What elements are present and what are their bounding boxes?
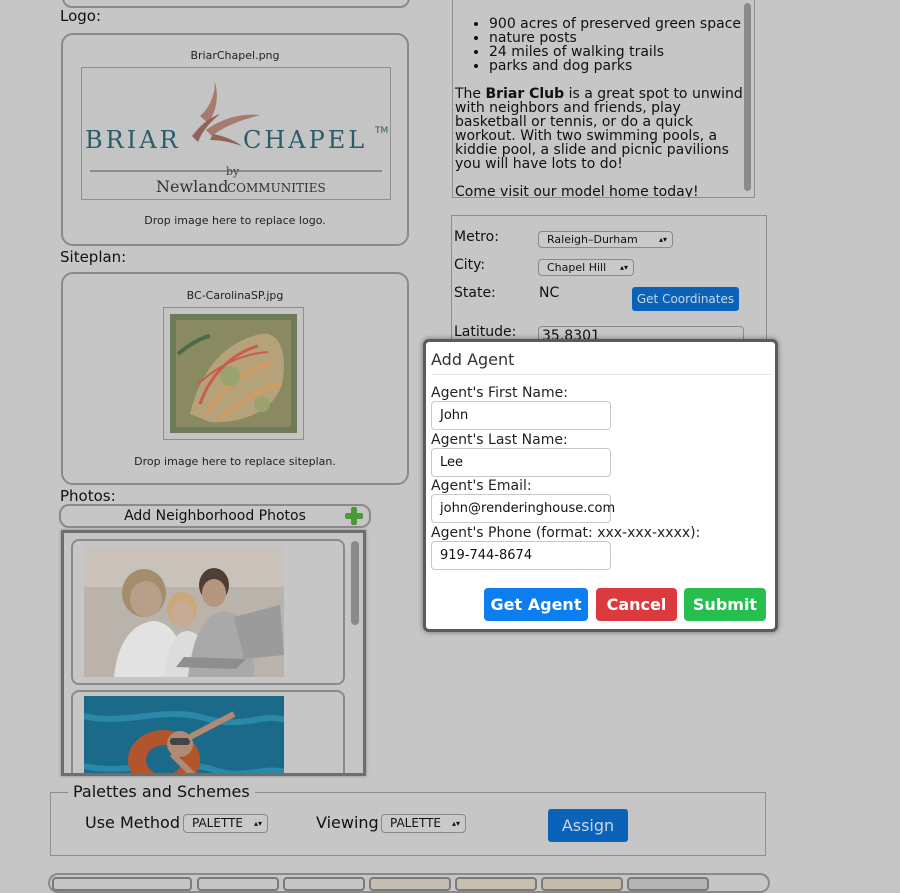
first-name-input[interactable]: John bbox=[431, 401, 611, 430]
get-agent-button[interactable]: Get Agent bbox=[484, 588, 588, 621]
use-method-label: Use Method bbox=[85, 813, 180, 832]
description-paragraph-cta: Come visit our model home today! bbox=[455, 184, 699, 198]
description-paragraph: The Briar Club is a great spot to unwind… bbox=[455, 86, 743, 172]
swatch-tab[interactable] bbox=[627, 877, 709, 891]
state-value: NC bbox=[539, 285, 560, 301]
chevron-updown-icon: ▴▾ bbox=[619, 263, 628, 272]
chevron-updown-icon: ▴▾ bbox=[451, 819, 460, 828]
metro-select[interactable]: Raleigh–Durham ▴▾ bbox=[538, 231, 673, 248]
amenity-item: parks and dog parks bbox=[489, 59, 754, 73]
siteplan-section-label: Siteplan: bbox=[60, 248, 127, 266]
photos-scrollbar[interactable] bbox=[351, 541, 359, 625]
pool-photo bbox=[84, 696, 284, 773]
palettes-legend: Palettes and Schemes bbox=[68, 782, 255, 801]
briar-chapel-logo: BRIAR CHAPEL TM by Newland COMMUNITIES bbox=[85, 80, 388, 196]
add-photos-button[interactable]: Add Neighborhood Photos bbox=[59, 504, 371, 528]
amenities-list: 900 acres of preserved green space natur… bbox=[453, 17, 754, 73]
logo-drop-hint: Drop image here to replace logo. bbox=[144, 214, 326, 227]
amenity-item: 900 acres of preserved green space bbox=[489, 17, 754, 31]
viewing-select[interactable]: PALETTE ▴▾ bbox=[381, 814, 466, 833]
description-box[interactable]: 900 acres of preserved green space natur… bbox=[452, 0, 755, 198]
description-scrollbar[interactable] bbox=[744, 3, 751, 191]
add-photos-label: Add Neighborhood Photos bbox=[124, 508, 306, 524]
city-label: City: bbox=[454, 257, 486, 273]
modal-divider bbox=[431, 374, 771, 375]
logo-filename: BriarChapel.png bbox=[190, 49, 280, 62]
siteplan-drop-hint: Drop image here to replace siteplan. bbox=[134, 455, 336, 468]
cancel-button[interactable]: Cancel bbox=[596, 588, 677, 621]
swatch-tab[interactable] bbox=[52, 877, 192, 891]
use-method-select[interactable]: PALETTE ▴▾ bbox=[183, 814, 268, 833]
logo-word-right: CHAPEL bbox=[243, 126, 367, 154]
city-select[interactable]: Chapel Hill ▴▾ bbox=[538, 259, 634, 276]
metro-label: Metro: bbox=[454, 229, 499, 245]
siteplan-filename: BC-CarolinaSP.jpg bbox=[186, 289, 284, 302]
modal-title: Add Agent bbox=[431, 350, 515, 369]
swatch-tab[interactable] bbox=[541, 877, 623, 891]
latitude-label: Latitude: bbox=[454, 324, 517, 340]
state-label: State: bbox=[454, 285, 496, 301]
submit-button[interactable]: Submit bbox=[684, 588, 766, 621]
logo-tm: TM bbox=[374, 126, 388, 136]
swatch-tab[interactable] bbox=[197, 877, 279, 891]
viewing-label: Viewing bbox=[316, 813, 379, 832]
logo-brand: Newland bbox=[156, 177, 228, 196]
email-input[interactable]: john@renderinghouse.com bbox=[431, 494, 615, 523]
siteplan-map bbox=[170, 314, 297, 433]
phone-input[interactable]: 919-744-8674 bbox=[431, 541, 611, 570]
first-name-label: Agent's First Name: bbox=[431, 385, 568, 401]
add-agent-modal: Add Agent Agent's First Name: John Agent… bbox=[423, 339, 778, 632]
assign-button[interactable]: Assign bbox=[548, 809, 628, 842]
top-panel-edge bbox=[62, 0, 410, 8]
chevron-updown-icon: ▴▾ bbox=[253, 819, 262, 828]
amenity-item: nature posts bbox=[489, 31, 754, 45]
logo-word-left: BRIAR bbox=[85, 126, 181, 154]
email-label: Agent's Email: bbox=[431, 478, 532, 494]
photos-section-label: Photos: bbox=[60, 487, 116, 505]
swatch-tab[interactable] bbox=[283, 877, 365, 891]
last-name-label: Agent's Last Name: bbox=[431, 432, 568, 448]
logo-image: BRIAR CHAPEL TM by Newland COMMUNITIES bbox=[81, 67, 391, 200]
get-coordinates-button[interactable]: Get Coordinates bbox=[632, 287, 739, 311]
swatch-tab[interactable] bbox=[369, 877, 451, 891]
photo-card[interactable] bbox=[71, 539, 345, 685]
swatch-tab[interactable] bbox=[455, 877, 537, 891]
amenity-item: 24 miles of walking trails bbox=[489, 45, 754, 59]
siteplan-image bbox=[163, 307, 304, 440]
last-name-input[interactable]: Lee bbox=[431, 448, 611, 477]
plus-icon[interactable] bbox=[345, 507, 363, 525]
logo-brand-small: COMMUNITIES bbox=[227, 181, 326, 195]
photo-card[interactable] bbox=[71, 690, 345, 773]
photos-list[interactable] bbox=[61, 530, 366, 776]
logo-section-label: Logo: bbox=[60, 7, 102, 25]
chevron-updown-icon: ▴▾ bbox=[658, 235, 667, 244]
family-photo bbox=[84, 547, 284, 677]
phone-label: Agent's Phone (format: xxx-xxx-xxxx): bbox=[431, 525, 701, 541]
